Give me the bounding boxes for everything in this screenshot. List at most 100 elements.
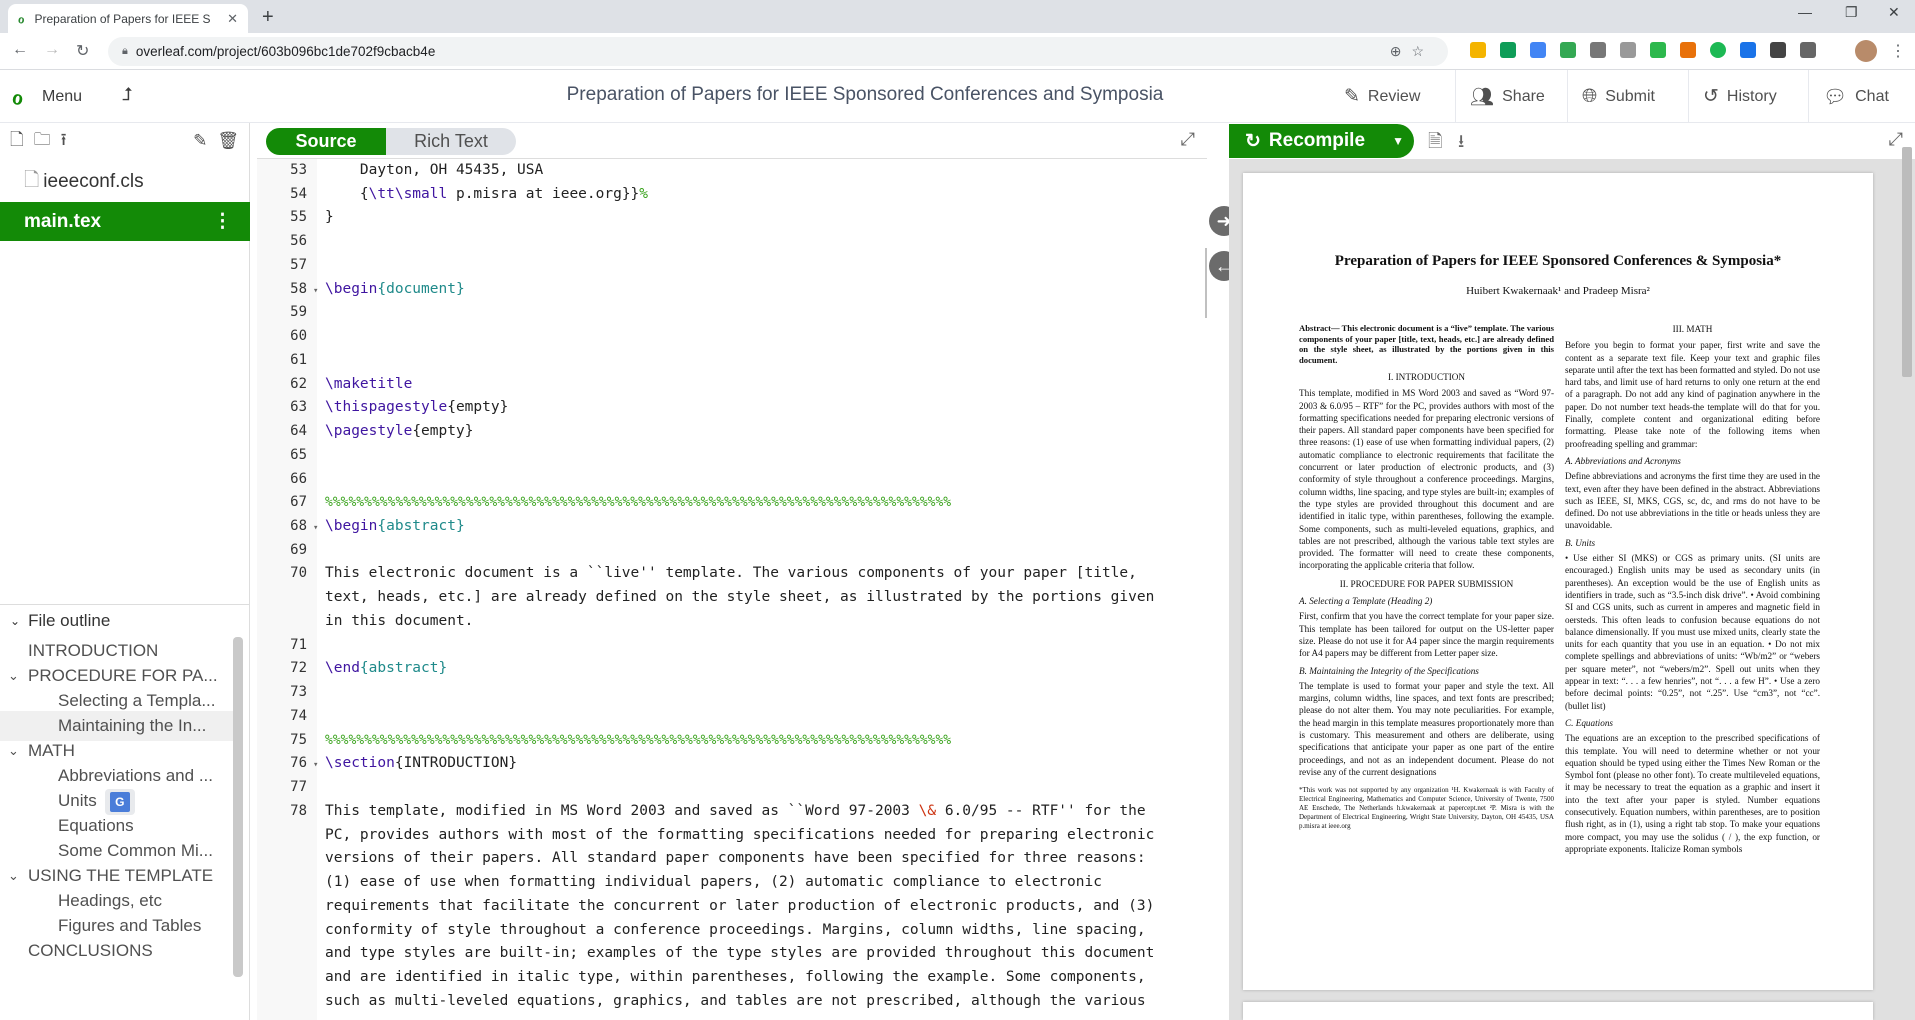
code-line[interactable]: 54 {\tt\small p.misra at ieee.org}}% — [257, 183, 1197, 207]
extensions-puzzle-icon[interactable] — [1800, 42, 1816, 58]
code-line[interactable]: 78 This template, modified in MS Word 200… — [257, 800, 1197, 824]
submit-button[interactable]: 🌐︎ Submit — [1567, 70, 1669, 123]
code-line-wrap[interactable]: text, heads, etc.] are already defined o… — [257, 586, 1197, 610]
source-toggle[interactable]: Source — [266, 128, 386, 155]
zoom-star-icons[interactable]: ⊕☆ — [1390, 43, 1434, 60]
code-line[interactable]: 59 — [257, 301, 1197, 325]
code-line-wrap[interactable]: conformity of style throughout a confere… — [257, 919, 1197, 943]
code-line[interactable]: 73 — [257, 681, 1197, 705]
code-line[interactable]: 75%%%%%%%%%%%%%%%%%%%%%%%%%%%%%%%%%%%%%%… — [257, 729, 1197, 753]
code-line-wrap[interactable]: in this document. — [257, 610, 1197, 634]
code-line[interactable]: 55} — [257, 206, 1197, 230]
line-number: 60 — [290, 328, 307, 344]
code-line[interactable]: 64 \pagestyle{empty} — [257, 420, 1197, 444]
paper-title: Preparation of Papers for IEEE Sponsored… — [1334, 253, 1782, 269]
code-line[interactable]: 77 — [257, 776, 1197, 800]
browser-tab[interactable]: ℴ Preparation of Papers for IEEE S ✕ — [8, 4, 248, 33]
code-line-wrap[interactable]: and type styles are built-in; examples o… — [257, 942, 1197, 966]
minimize-icon[interactable]: — — [1798, 4, 1812, 20]
code-line-wrap[interactable]: versions of their papers. All standard p… — [257, 847, 1197, 871]
profile-avatar[interactable] — [1855, 40, 1877, 62]
fold-icon[interactable]: ▾ — [313, 754, 325, 778]
code-line-wrap[interactable]: (1) ease of use when formatting individu… — [257, 871, 1197, 895]
extension-icon[interactable] — [1650, 42, 1666, 58]
rename-icon[interactable]: ✎ — [193, 131, 207, 151]
extension-icon[interactable] — [1770, 42, 1786, 58]
code-line[interactable]: 58 ▾ \begin{document} — [257, 278, 1197, 304]
chat-button[interactable]: 💬︎ Chat — [1808, 70, 1903, 123]
back-icon[interactable]: ← — [12, 41, 28, 59]
translate-icon[interactable] — [1530, 42, 1546, 58]
reload-icon[interactable]: ↻ — [76, 41, 89, 61]
code-line[interactable]: 61 — [257, 349, 1197, 373]
code-line[interactable]: 65 — [257, 444, 1197, 468]
restore-icon[interactable]: ❐ — [1845, 4, 1858, 21]
extension-icon[interactable] — [1680, 42, 1696, 58]
code-line[interactable]: 72 \end{abstract} — [257, 657, 1197, 681]
code-line[interactable]: 57 — [257, 254, 1197, 278]
file-name: main.tex — [24, 210, 102, 232]
fold-icon[interactable]: ▾ — [313, 517, 325, 541]
pdf-page[interactable] — [1243, 1002, 1873, 1020]
expand-icon[interactable]: ⤢ — [1889, 129, 1903, 150]
caret-down-icon[interactable]: ▼ — [1392, 134, 1404, 148]
extension-icon[interactable] — [1590, 42, 1606, 58]
pdf-scrollbar[interactable] — [1902, 147, 1912, 377]
code-line-wrap[interactable]: and are identified in italic type, withi… — [257, 966, 1197, 990]
code-line[interactable]: 76 ▾ \section{INTRODUCTION} — [257, 752, 1197, 778]
review-button[interactable]: ✎ Review — [1330, 70, 1434, 123]
extension-icon[interactable] — [1710, 42, 1726, 58]
code-line[interactable]: 70 This electronic document is a ``live''… — [257, 562, 1197, 586]
share-button[interactable]: 👥︎ Share — [1455, 70, 1559, 123]
code-line[interactable]: 67%%%%%%%%%%%%%%%%%%%%%%%%%%%%%%%%%%%%%%… — [257, 491, 1197, 515]
code-line-wrap[interactable]: PC, provides authors with most of the fo… — [257, 824, 1197, 848]
file-outline-header[interactable]: ⌄ File outline — [0, 604, 250, 636]
history-button[interactable]: ↺ History — [1688, 70, 1791, 123]
code-line[interactable]: 68 ▾ \begin{abstract} — [257, 515, 1197, 541]
outline-item[interactable]: CONCLUSIONS — [0, 936, 240, 966]
expand-icon[interactable]: ⤢ — [1181, 129, 1195, 150]
chrome-menu-icon[interactable]: ⋮ — [1890, 41, 1906, 61]
code-line[interactable]: 63 \thispagestyle{empty} — [257, 396, 1197, 420]
code-line-wrap[interactable]: requirements that facilitate the concurr… — [257, 895, 1197, 919]
code-line[interactable]: 66 — [257, 468, 1197, 492]
close-tab-icon[interactable]: ✕ — [227, 11, 238, 27]
code-line[interactable]: 74 — [257, 705, 1197, 729]
file-item[interactable]: 🗋 ieeeconf.cls — [0, 162, 250, 201]
code-line[interactable]: 71 — [257, 634, 1197, 658]
extension-icon[interactable] — [1740, 42, 1756, 58]
file-item-selected[interactable]: main.tex ⋮ — [0, 202, 250, 241]
overleaf-logo-icon[interactable]: ℴ — [12, 82, 23, 111]
pdf-page[interactable]: Preparation of Papers for IEEE Sponsored… — [1243, 173, 1873, 990]
url-bar[interactable]: 🔒︎ overleaf.com/project/603b096bc1de702f… — [108, 37, 1448, 66]
extension-icon[interactable] — [1560, 42, 1576, 58]
extension-icon[interactable] — [1620, 42, 1636, 58]
new-folder-icon[interactable]: 🗀 — [34, 127, 51, 156]
code-line[interactable]: 69 — [257, 539, 1197, 563]
drive-icon[interactable] — [1500, 42, 1516, 58]
outline-scrollbar[interactable] — [233, 637, 243, 977]
code-line[interactable]: 56 — [257, 230, 1197, 254]
project-title[interactable]: Preparation of Papers for IEEE Sponsored… — [300, 84, 1430, 106]
logs-icon[interactable]: 🗎 — [1428, 129, 1442, 159]
code-line[interactable]: 62 \maketitle — [257, 373, 1197, 397]
rich-text-toggle[interactable]: Rich Text — [386, 128, 516, 155]
menu-button[interactable]: Menu — [42, 88, 82, 106]
review-icon: ✎ — [1344, 86, 1360, 107]
code-line[interactable]: 53 Dayton, OH 45435, USA — [257, 159, 1197, 183]
code-line[interactable]: 60 — [257, 325, 1197, 349]
drive-icon[interactable] — [1470, 42, 1486, 58]
back-to-projects-icon[interactable]: ⮥ — [122, 84, 133, 105]
file-menu-icon[interactable]: ⋮ — [213, 210, 232, 233]
paper-paragraph: • Use either SI (MKS) or CGS as primary … — [1565, 553, 1820, 711]
new-tab-icon[interactable]: + — [262, 6, 274, 29]
subsection-heading: B. Maintaining the Integrity of the Spec… — [1299, 665, 1479, 676]
download-icon[interactable]: ⭳ — [1458, 129, 1464, 159]
recompile-button[interactable]: ↻ Recompile ▼ — [1229, 124, 1414, 158]
forward-icon[interactable]: → — [44, 41, 60, 59]
new-file-icon[interactable]: 🗋 — [10, 127, 24, 156]
close-window-icon[interactable]: ✕ — [1888, 4, 1900, 21]
delete-icon[interactable]: 🗑︎ — [217, 131, 239, 151]
code-line-wrap[interactable]: such as multi-leveled equations, graphic… — [257, 990, 1197, 1014]
upload-icon[interactable]: ⭱ — [61, 127, 67, 156]
